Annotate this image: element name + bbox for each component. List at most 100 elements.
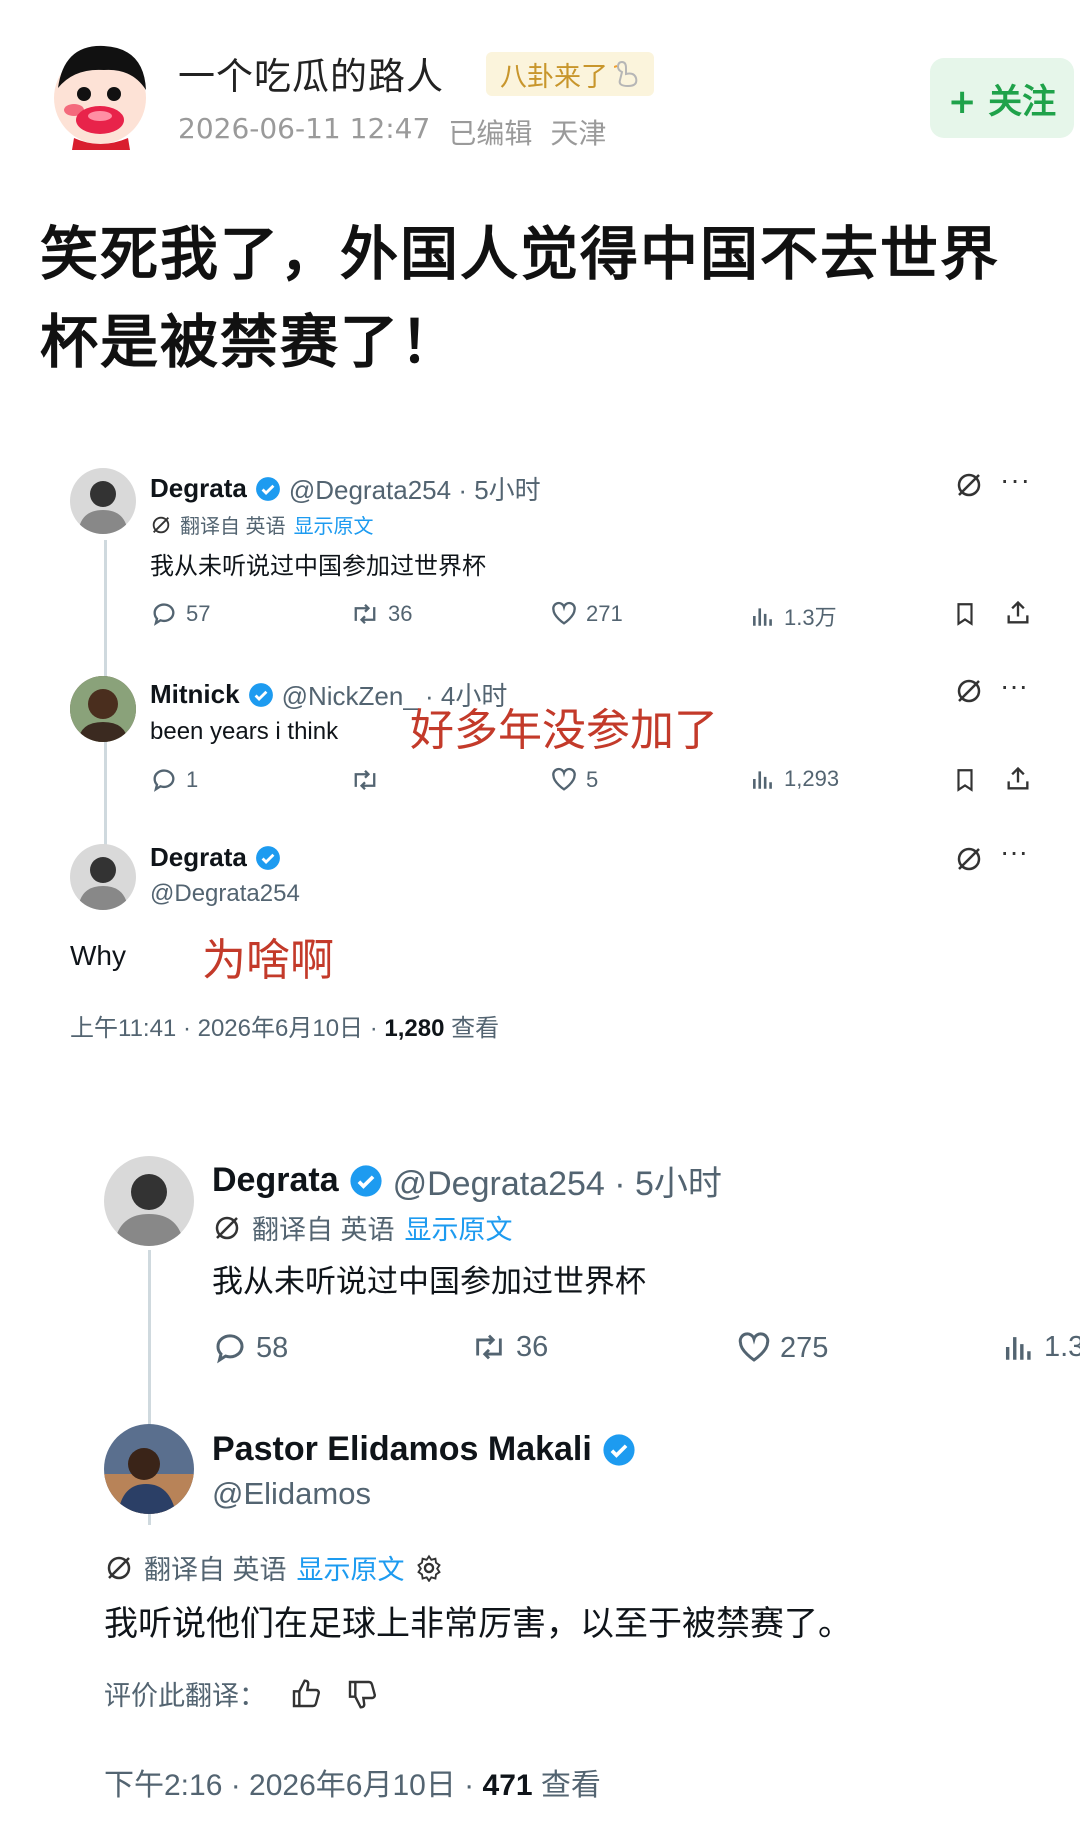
annotation-note: 为啥啊	[202, 936, 334, 985]
thread-line	[104, 540, 107, 680]
like-count: 271	[586, 601, 623, 626]
tweet-author-name[interactable]: Degrata	[150, 473, 247, 504]
bookmark-icon[interactable]	[952, 600, 978, 628]
tweet-header: Degrata	[150, 842, 281, 873]
like-icon	[552, 767, 576, 791]
view-count: 1.3	[1044, 1330, 1080, 1363]
reply-icon	[153, 769, 175, 792]
share-icon[interactable]	[1004, 598, 1032, 628]
show-original-link[interactable]: 显示原文	[297, 1548, 405, 1587]
retweet-count: 36	[516, 1330, 549, 1363]
post-location: 天津	[550, 117, 607, 150]
thread-line	[104, 740, 107, 850]
view-count: 1.3万	[784, 605, 837, 630]
like-icon	[552, 601, 576, 625]
avatar[interactable]	[104, 1156, 194, 1246]
grok-icon[interactable]	[954, 470, 984, 500]
translation-row: 翻译自 英语 显示原文	[212, 1208, 513, 1247]
tweet-text: 我从未听说过中国参加过世界杯	[150, 553, 486, 580]
verified-icon	[255, 476, 280, 501]
avatar[interactable]	[70, 468, 136, 534]
tweet-text: 我听说他们在足球上非常厉害，以至于被禁赛了。	[104, 1605, 852, 1643]
rate-translation-label: 评价此翻译：	[104, 1681, 266, 1711]
show-original-link[interactable]: 显示原文	[405, 1208, 513, 1247]
author-avatar[interactable]	[44, 38, 156, 150]
like-count: 5	[586, 767, 599, 792]
thumbs-down-icon[interactable]	[346, 1678, 378, 1710]
tweet-author-name[interactable]: Pastor Elidamos Makali	[212, 1430, 592, 1469]
like-stat[interactable]: 271	[550, 600, 623, 628]
verified-icon	[350, 1164, 382, 1197]
views-stat[interactable]: 1.3	[1002, 1330, 1080, 1364]
retweet-stat[interactable]: 36	[470, 1330, 548, 1364]
rate-translation: 评价此翻译：	[104, 1674, 378, 1713]
views-stat[interactable]: 1,293	[750, 766, 839, 792]
tweet-header: Pastor Elidamos Makali	[212, 1430, 636, 1469]
views-label: 查看	[444, 1015, 500, 1042]
reply-count: 58	[256, 1331, 289, 1364]
reply-stat[interactable]: 57	[150, 600, 210, 628]
like-count: 275	[780, 1331, 829, 1364]
share-icon[interactable]	[1004, 764, 1032, 794]
reply-stat[interactable]: 58	[212, 1330, 288, 1366]
author-name[interactable]: 一个吃瓜的路人	[178, 46, 444, 100]
tweet-author-name[interactable]: Mitnick	[150, 679, 240, 710]
verified-icon	[255, 845, 280, 870]
reply-stat[interactable]: 1	[150, 766, 198, 794]
post-meta: 2026-06-11 12:47 已编辑 天津	[178, 112, 606, 152]
tweet-header: Degrata @Degrata254 · 5小时	[212, 1156, 722, 1205]
more-icon[interactable]: ···	[1000, 836, 1028, 868]
like-icon	[738, 1332, 770, 1362]
retweet-count: 36	[388, 601, 413, 626]
tweet-view-count: 471	[482, 1769, 533, 1802]
retweet-icon	[354, 603, 376, 625]
tweet-timestamp[interactable]: 下午2:16 · 2026年6月10日 ·	[104, 1769, 483, 1802]
tweet-handle[interactable]: @Degrata254 · 5小时	[393, 1156, 722, 1205]
translated-from: 翻译自 英语	[180, 516, 286, 538]
avatar[interactable]	[104, 1424, 194, 1514]
translated-from: 翻译自 英语	[144, 1555, 287, 1585]
tweet-handle[interactable]: @Degrata254	[150, 880, 300, 908]
reply-count: 1	[186, 767, 199, 792]
reply-count: 57	[186, 601, 211, 626]
author-badge: 八卦来了	[486, 52, 654, 96]
tweet-handle[interactable]: @Elidamos	[212, 1476, 371, 1512]
settings-icon[interactable]	[415, 1554, 443, 1582]
tweet-author-name[interactable]: Degrata	[212, 1161, 339, 1200]
grok-icon[interactable]	[954, 676, 984, 706]
bookmark-icon[interactable]	[952, 766, 978, 794]
tweet-handle[interactable]: @Degrata254 · 5小时	[289, 470, 541, 507]
views-icon	[1005, 1337, 1031, 1360]
annotation-note: 好多年没参加了	[410, 706, 718, 755]
more-icon[interactable]: ···	[1000, 670, 1028, 702]
views-label: 查看	[532, 1769, 601, 1802]
thumbs-up-icon[interactable]	[290, 1678, 322, 1710]
views-icon	[753, 771, 772, 789]
more-icon[interactable]: ···	[1000, 464, 1031, 496]
views-icon	[753, 608, 772, 626]
retweet-stat[interactable]: 36	[350, 600, 412, 628]
post-edited: 已编辑	[448, 117, 533, 150]
like-stat[interactable]: 5	[550, 766, 598, 794]
retweet-stat[interactable]	[350, 766, 388, 794]
like-stat[interactable]: 275	[736, 1330, 828, 1366]
follow-button[interactable]: + 关注	[930, 58, 1074, 138]
tweet-footer: 上午11:41 · 2026年6月10日 · 1,280 查看	[70, 1008, 499, 1043]
translation-row: 翻译自 英语 显示原文	[150, 510, 374, 539]
tweet-timestamp[interactable]: 上午11:41 · 2026年6月10日 ·	[70, 1015, 384, 1042]
grok-icon	[215, 1216, 239, 1239]
tweet-screenshot-1: Degrata @Degrata254 · 5小时 翻译自 英语 显示原文 我从…	[0, 440, 1080, 1060]
tweet-text: Why	[70, 940, 126, 971]
post-title: 笑死我了，外国人觉得中国不去世界杯是被禁赛了！	[40, 220, 1001, 376]
reply-icon	[216, 1334, 244, 1364]
goose-icon	[614, 60, 638, 88]
views-stat[interactable]: 1.3万	[750, 600, 837, 632]
verified-icon	[603, 1433, 635, 1466]
avatar[interactable]	[70, 844, 136, 910]
tweet-author-name[interactable]: Degrata	[150, 842, 247, 873]
tweet-view-count: 1,280	[384, 1015, 445, 1042]
avatar[interactable]	[70, 676, 136, 742]
grok-icon[interactable]	[954, 844, 984, 874]
show-original-link[interactable]: 显示原文	[294, 510, 374, 539]
grok-icon	[107, 1556, 131, 1579]
